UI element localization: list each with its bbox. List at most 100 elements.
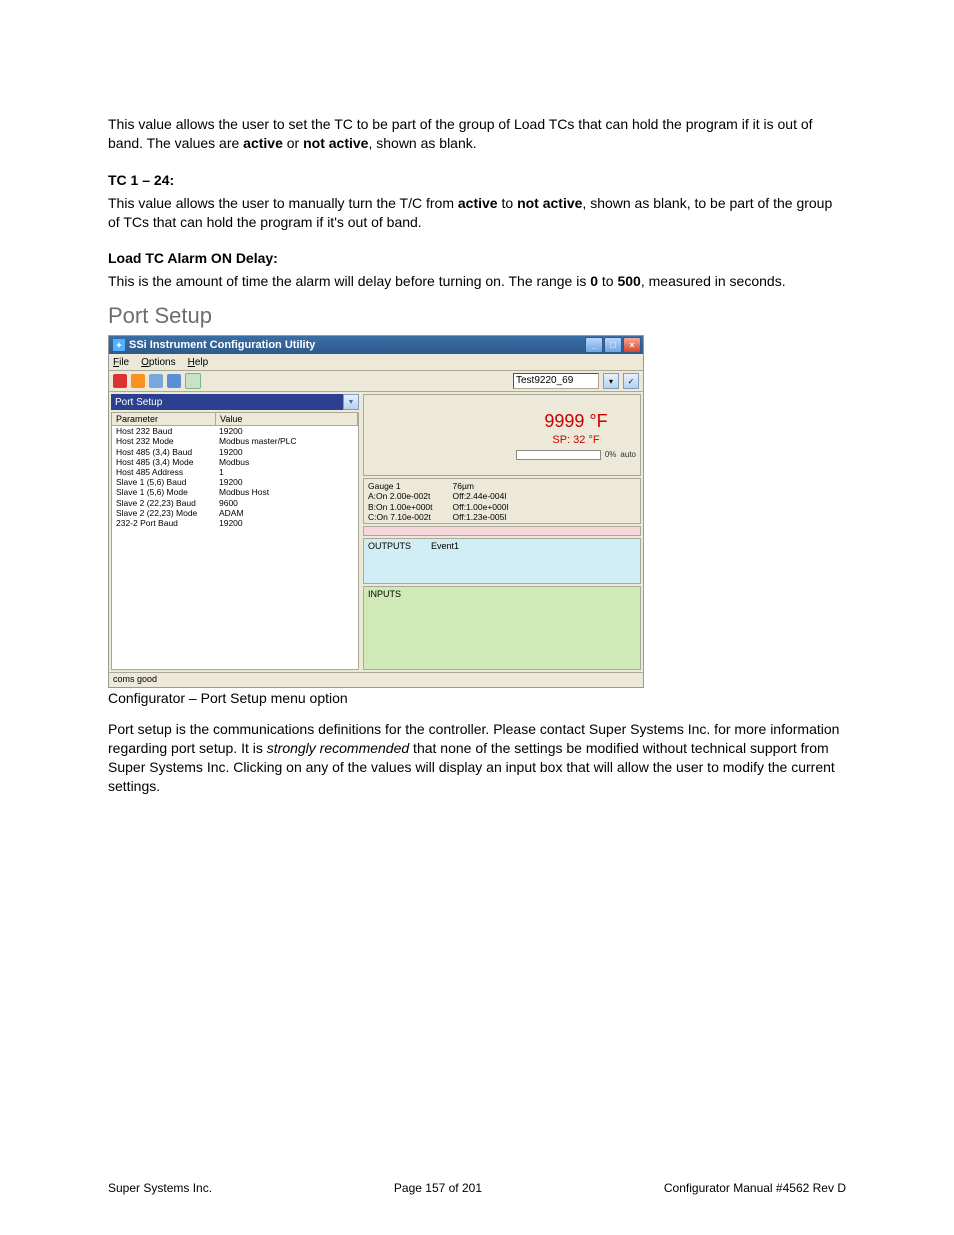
- readout-setpoint: SP: 32 °F: [552, 434, 599, 446]
- instrument-id-field[interactable]: Test9220_69: [513, 373, 599, 389]
- text: This is the amount of time the alarm wil…: [108, 273, 590, 289]
- toolbar: Test9220_69 ▾ ✓: [109, 371, 643, 392]
- cell-parameter: Slave 1 (5,6) Mode: [112, 487, 215, 497]
- emphasis-strongly-recommended: strongly recommended: [267, 740, 409, 756]
- cell-value: 9600: [215, 498, 358, 508]
- table-row[interactable]: Slave 1 (5,6) Baud19200: [112, 477, 358, 487]
- menu-options[interactable]: Options: [141, 357, 175, 368]
- footer-right: Configurator Manual #4562 Rev D: [664, 1181, 846, 1195]
- cell-parameter: Host 232 Baud: [112, 426, 215, 436]
- readout-panel: 9999 °F SP: 32 °F 0% auto: [363, 394, 641, 476]
- cell-parameter: Host 485 (3,4) Mode: [112, 457, 215, 467]
- gauge-c-off: Off:1.23e-005l: [453, 512, 509, 522]
- readout-main: 9999 °F: [544, 411, 607, 432]
- gauge-title: Gauge 1: [368, 481, 433, 491]
- heading-tc: TC 1 – 24:: [108, 172, 174, 188]
- text: , measured in seconds.: [641, 273, 786, 289]
- bold-active: active: [458, 195, 498, 211]
- cell-value: 19200: [215, 447, 358, 457]
- table-row[interactable]: Host 485 (3,4) ModeModbus: [112, 457, 358, 467]
- text: to: [598, 273, 617, 289]
- cell-value: 19200: [215, 518, 358, 528]
- menubar: File Options Help: [109, 354, 643, 371]
- heading-load-tc: Load TC Alarm ON Delay:: [108, 250, 278, 266]
- figure-caption: Configurator – Port Setup menu option: [108, 690, 846, 706]
- window-title: SSi Instrument Configuration Utility: [129, 339, 315, 351]
- paragraph: This value allows the user to set the TC…: [108, 115, 846, 153]
- gauge-a-off: Off:2.44e-004l: [453, 491, 509, 501]
- table-row[interactable]: Host 485 (3,4) Baud19200: [112, 447, 358, 457]
- outputs-event1: Event1: [431, 541, 459, 581]
- cell-value: Modbus Host: [215, 487, 358, 497]
- cell-parameter: 232-2 Port Baud: [112, 518, 215, 528]
- statusbar: coms good: [109, 672, 643, 687]
- table-row[interactable]: Slave 2 (22,23) Baud9600: [112, 498, 358, 508]
- range-high: 500: [617, 273, 640, 289]
- toolbar-icon-3[interactable]: [149, 374, 163, 388]
- readout-mode: auto: [620, 450, 636, 459]
- toolbar-icon-2[interactable]: [131, 374, 145, 388]
- toolbar-icon-4[interactable]: [167, 374, 181, 388]
- toolbar-icon-5[interactable]: [185, 373, 201, 389]
- gauge-panel: Gauge 1 A:On 2.00e-002t B:On 1.00e+000t …: [363, 478, 641, 524]
- inputs-label: INPUTS: [368, 589, 401, 599]
- paragraph: This is the amount of time the alarm wil…: [108, 272, 846, 291]
- section-title-port-setup: Port Setup: [108, 303, 846, 329]
- outputs-label: OUTPUTS: [368, 541, 411, 581]
- table-row[interactable]: 232-2 Port Baud19200: [112, 518, 358, 528]
- bold-not-active: not active: [303, 135, 368, 151]
- menu-help[interactable]: Help: [188, 357, 209, 368]
- footer-center: Page 157 of 201: [394, 1181, 482, 1195]
- progress-bar: [516, 450, 601, 460]
- col-value: Value: [216, 413, 358, 425]
- toolbar-right-btn-1[interactable]: ▾: [603, 373, 619, 389]
- toolbar-right-btn-2[interactable]: ✓: [623, 373, 639, 389]
- embedded-window: ✦ SSi Instrument Configuration Utility _…: [108, 335, 644, 688]
- range-low: 0: [590, 273, 598, 289]
- alarm-strip: [363, 526, 641, 536]
- table-row[interactable]: Slave 1 (5,6) ModeModbus Host: [112, 487, 358, 497]
- text: This value allows the user to manually t…: [108, 195, 458, 211]
- inputs-panel: INPUTS: [363, 586, 641, 670]
- paragraph: This value allows the user to manually t…: [108, 194, 846, 232]
- cell-value: Modbus master/PLC: [215, 436, 358, 446]
- cell-value: 19200: [215, 477, 358, 487]
- table-row[interactable]: Host 232 ModeModbus master/PLC: [112, 436, 358, 446]
- minimize-button[interactable]: _: [585, 337, 603, 353]
- chevron-down-icon[interactable]: ▼: [343, 394, 359, 410]
- titlebar: ✦ SSi Instrument Configuration Utility _…: [109, 336, 643, 354]
- cell-parameter: Slave 2 (22,23) Baud: [112, 498, 215, 508]
- dropdown-selected: Port Setup: [115, 397, 162, 408]
- cell-parameter: Slave 2 (22,23) Mode: [112, 508, 215, 518]
- cell-value: ADAM: [215, 508, 358, 518]
- cell-parameter: Host 485 (3,4) Baud: [112, 447, 215, 457]
- maximize-button[interactable]: □: [604, 337, 622, 353]
- app-icon: ✦: [113, 339, 125, 351]
- cell-parameter: Host 485 Address: [112, 467, 215, 477]
- table-row[interactable]: Host 485 Address1: [112, 467, 358, 477]
- cell-value: Modbus: [215, 457, 358, 467]
- text: to: [498, 195, 517, 211]
- text: , shown as blank.: [368, 135, 476, 151]
- readout-percent: 0%: [605, 450, 617, 459]
- cell-parameter: Slave 1 (5,6) Baud: [112, 477, 215, 487]
- close-button[interactable]: ×: [623, 337, 641, 353]
- table-row[interactable]: Slave 2 (22,23) ModeADAM: [112, 508, 358, 518]
- outputs-panel: OUTPUTS Event1: [363, 538, 641, 584]
- col-parameter: Parameter: [112, 413, 216, 425]
- category-dropdown[interactable]: Port Setup ▼: [111, 394, 359, 410]
- paragraph: Port setup is the communications definit…: [108, 720, 846, 796]
- gauge-c-on: C:On 7.10e-002t: [368, 512, 433, 522]
- gauge-b-on: B:On 1.00e+000t: [368, 502, 433, 512]
- menu-file[interactable]: File: [113, 357, 129, 368]
- gauge-a-on: A:On 2.00e-002t: [368, 491, 433, 501]
- cell-parameter: Host 232 Mode: [112, 436, 215, 446]
- footer-left: Super Systems Inc.: [108, 1181, 212, 1195]
- bold-active: active: [243, 135, 283, 151]
- table-row[interactable]: Host 232 Baud19200: [112, 426, 358, 436]
- cell-value: 19200: [215, 426, 358, 436]
- param-table: Parameter Value Host 232 Baud19200Host 2…: [111, 412, 359, 670]
- toolbar-icon-1[interactable]: [113, 374, 127, 388]
- text: or: [283, 135, 303, 151]
- bold-not-active: not active: [517, 195, 582, 211]
